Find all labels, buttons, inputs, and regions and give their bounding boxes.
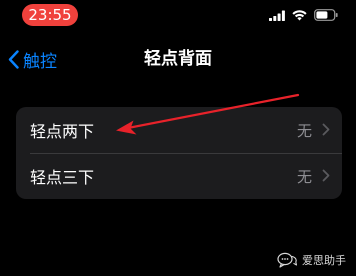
status-icons	[269, 9, 338, 21]
triple-tap-row[interactable]: 轻点三下 无	[16, 153, 342, 199]
chevron-right-icon	[322, 123, 330, 136]
chevron-right-icon	[322, 169, 330, 182]
brand-logo-icon	[277, 252, 297, 268]
battery-icon	[314, 9, 338, 21]
settings-list: 轻点两下 无 轻点三下 无	[16, 107, 342, 199]
phone-screen: 23:55 触控 轻点背面 轻点两下 无 轻点三下 无 爱思助手	[0, 0, 356, 276]
signal-icon	[269, 10, 285, 21]
watermark: 爱思助手	[277, 252, 346, 268]
page-title: 轻点背面	[144, 49, 212, 69]
status-time: 23:55	[22, 4, 78, 26]
watermark-text: 爱思助手	[302, 254, 346, 267]
double-tap-value: 无	[296, 121, 312, 140]
triple-tap-label: 轻点三下	[30, 168, 95, 187]
double-tap-row[interactable]: 轻点两下 无	[16, 107, 342, 153]
wifi-icon	[292, 9, 307, 20]
triple-tap-value: 无	[296, 167, 312, 186]
double-tap-label: 轻点两下	[30, 122, 95, 141]
